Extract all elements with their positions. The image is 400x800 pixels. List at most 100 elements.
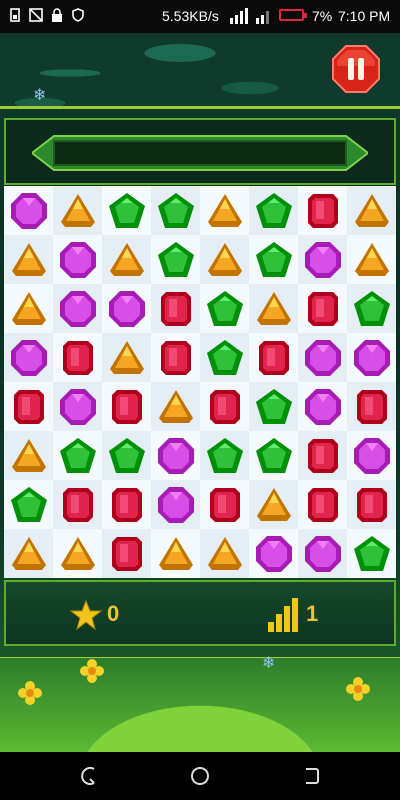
board-cell[interactable]: [200, 284, 249, 333]
orange-gem-icon[interactable]: [59, 535, 97, 573]
orange-gem-icon[interactable]: [10, 290, 48, 328]
purple-gem-icon[interactable]: [157, 486, 195, 524]
board-cell[interactable]: [347, 333, 396, 382]
board-cell[interactable]: [53, 431, 102, 480]
board-cell[interactable]: [102, 382, 151, 431]
gem-board[interactable]: [4, 186, 396, 578]
green-gem-icon[interactable]: [353, 535, 391, 573]
board-cell[interactable]: [200, 235, 249, 284]
board-cell[interactable]: [4, 235, 53, 284]
red-gem-icon[interactable]: [10, 388, 48, 426]
purple-gem-icon[interactable]: [59, 290, 97, 328]
red-gem-icon[interactable]: [157, 339, 195, 377]
red-gem-icon[interactable]: [304, 192, 342, 230]
purple-gem-icon[interactable]: [304, 339, 342, 377]
green-gem-icon[interactable]: [255, 437, 293, 475]
board-cell[interactable]: [53, 529, 102, 578]
back-button[interactable]: [78, 765, 100, 787]
board-cell[interactable]: [151, 235, 200, 284]
board-cell[interactable]: [347, 431, 396, 480]
board-cell[interactable]: [53, 186, 102, 235]
board-cell[interactable]: [4, 284, 53, 333]
red-gem-icon[interactable]: [206, 486, 244, 524]
board-cell[interactable]: [298, 529, 347, 578]
board-cell[interactable]: [102, 529, 151, 578]
orange-gem-icon[interactable]: [353, 192, 391, 230]
board-cell[interactable]: [249, 284, 298, 333]
red-gem-icon[interactable]: [304, 437, 342, 475]
board-cell[interactable]: [151, 529, 200, 578]
green-gem-icon[interactable]: [157, 192, 195, 230]
board-cell[interactable]: [102, 333, 151, 382]
board-cell[interactable]: [298, 235, 347, 284]
orange-gem-icon[interactable]: [206, 192, 244, 230]
board-cell[interactable]: [151, 333, 200, 382]
board-cell[interactable]: [102, 186, 151, 235]
red-gem-icon[interactable]: [108, 388, 146, 426]
orange-gem-icon[interactable]: [108, 339, 146, 377]
red-gem-icon[interactable]: [157, 290, 195, 328]
orange-gem-icon[interactable]: [255, 486, 293, 524]
orange-gem-icon[interactable]: [108, 241, 146, 279]
orange-gem-icon[interactable]: [206, 535, 244, 573]
board-cell[interactable]: [200, 480, 249, 529]
board-cell[interactable]: [347, 284, 396, 333]
green-gem-icon[interactable]: [206, 437, 244, 475]
board-cell[interactable]: [200, 186, 249, 235]
board-cell[interactable]: [347, 186, 396, 235]
red-gem-icon[interactable]: [353, 388, 391, 426]
red-gem-icon[interactable]: [108, 486, 146, 524]
board-cell[interactable]: [200, 333, 249, 382]
board-cell[interactable]: [53, 235, 102, 284]
red-gem-icon[interactable]: [353, 486, 391, 524]
board-cell[interactable]: [298, 480, 347, 529]
purple-gem-icon[interactable]: [59, 241, 97, 279]
orange-gem-icon[interactable]: [10, 241, 48, 279]
board-cell[interactable]: [53, 480, 102, 529]
board-cell[interactable]: [249, 186, 298, 235]
orange-gem-icon[interactable]: [255, 290, 293, 328]
board-cell[interactable]: [347, 480, 396, 529]
board-cell[interactable]: [4, 186, 53, 235]
green-gem-icon[interactable]: [108, 437, 146, 475]
board-cell[interactable]: [298, 284, 347, 333]
board-cell[interactable]: [53, 382, 102, 431]
green-gem-icon[interactable]: [108, 192, 146, 230]
green-gem-icon[interactable]: [206, 339, 244, 377]
green-gem-icon[interactable]: [353, 290, 391, 328]
green-gem-icon[interactable]: [255, 241, 293, 279]
green-gem-icon[interactable]: [157, 241, 195, 279]
orange-gem-icon[interactable]: [10, 535, 48, 573]
orange-gem-icon[interactable]: [10, 437, 48, 475]
board-cell[interactable]: [53, 284, 102, 333]
red-gem-icon[interactable]: [304, 290, 342, 328]
board-cell[interactable]: [347, 382, 396, 431]
recents-button[interactable]: [300, 765, 322, 787]
board-cell[interactable]: [249, 431, 298, 480]
board-cell[interactable]: [298, 186, 347, 235]
board-cell[interactable]: [102, 480, 151, 529]
board-cell[interactable]: [200, 529, 249, 578]
board-cell[interactable]: [102, 235, 151, 284]
red-gem-icon[interactable]: [304, 486, 342, 524]
board-cell[interactable]: [249, 382, 298, 431]
orange-gem-icon[interactable]: [59, 192, 97, 230]
green-gem-icon[interactable]: [255, 192, 293, 230]
green-gem-icon[interactable]: [206, 290, 244, 328]
red-gem-icon[interactable]: [108, 535, 146, 573]
board-cell[interactable]: [102, 431, 151, 480]
board-cell[interactable]: [4, 431, 53, 480]
board-cell[interactable]: [151, 186, 200, 235]
board-cell[interactable]: [249, 480, 298, 529]
board-cell[interactable]: [151, 480, 200, 529]
board-cell[interactable]: [102, 284, 151, 333]
board-cell[interactable]: [4, 480, 53, 529]
purple-gem-icon[interactable]: [304, 535, 342, 573]
orange-gem-icon[interactable]: [206, 241, 244, 279]
board-cell[interactable]: [200, 382, 249, 431]
board-cell[interactable]: [4, 333, 53, 382]
green-gem-icon[interactable]: [59, 437, 97, 475]
orange-gem-icon[interactable]: [157, 388, 195, 426]
pause-button[interactable]: [331, 44, 381, 94]
purple-gem-icon[interactable]: [10, 339, 48, 377]
